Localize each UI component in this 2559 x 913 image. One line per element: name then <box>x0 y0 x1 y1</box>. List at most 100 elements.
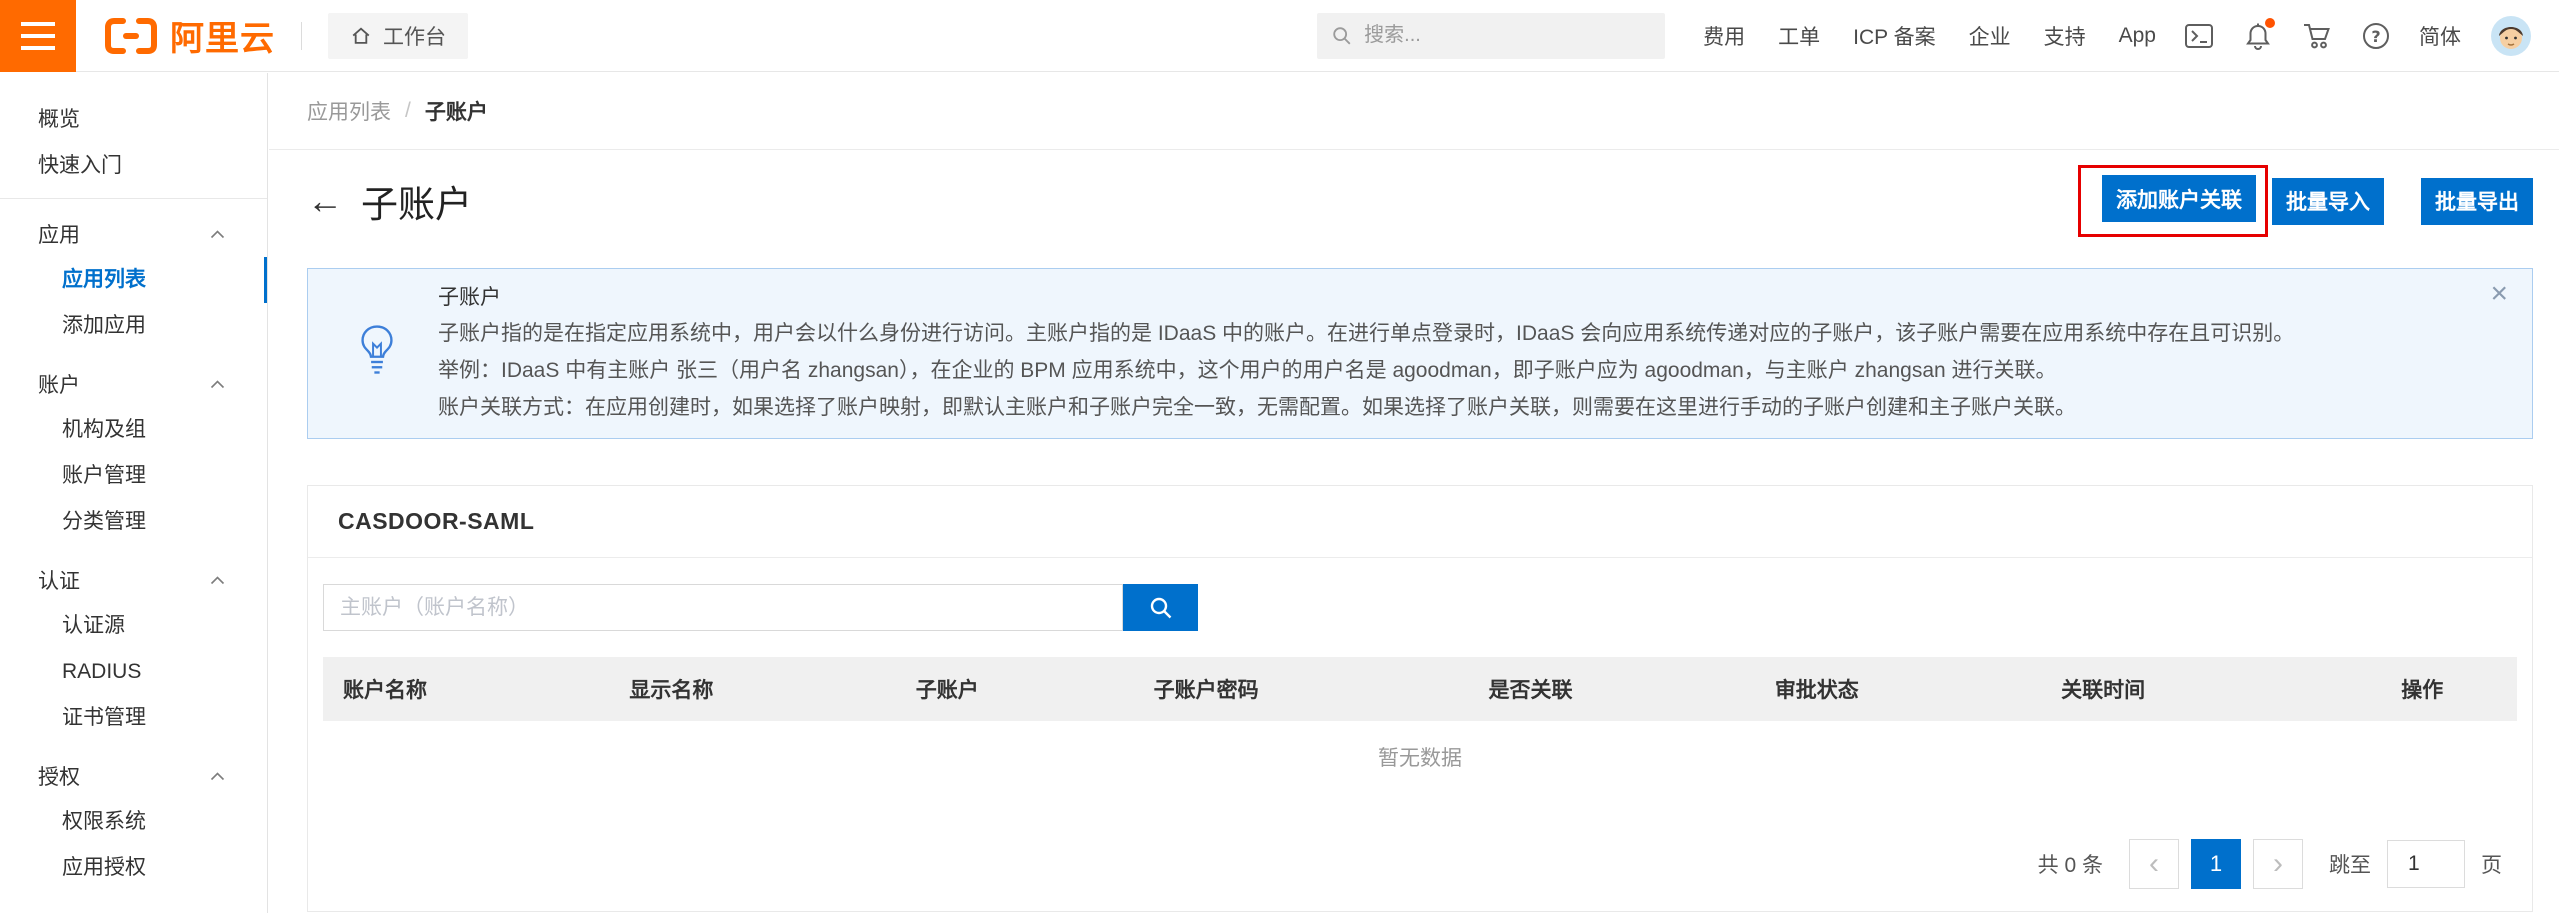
breadcrumb-separator: / <box>405 99 411 123</box>
hamburger-menu-button[interactable] <box>0 0 76 72</box>
pagination: 共 0 条 ‹ 1 › 跳至 页 <box>2038 839 2502 889</box>
column-header-is-associated: 是否关联 <box>1468 657 1754 721</box>
sidebar-item-add-app[interactable]: 添加应用 <box>0 303 267 349</box>
column-header-actions: 操作 <box>2328 657 2517 721</box>
batch-export-button[interactable]: 批量导出 <box>2421 178 2533 225</box>
lightbulb-icon <box>356 323 398 384</box>
sidebar-group-authorization[interactable]: 授权 <box>0 753 267 799</box>
batch-import-button[interactable]: 批量导入 <box>2272 178 2384 225</box>
account-search-row <box>323 584 2517 631</box>
jump-to-page-input[interactable] <box>2387 840 2465 888</box>
sidebar-group-application[interactable]: 应用 <box>0 211 267 257</box>
aliyun-logo-text: 阿里云 <box>170 11 275 60</box>
info-banner: 子账户 子账户指的是在指定应用系统中，用户会以什么身份进行访问。主账户指的是 I… <box>307 268 2533 439</box>
search-button[interactable] <box>1123 584 1198 631</box>
page-title: 子账户 <box>361 174 472 228</box>
back-arrow-button[interactable]: ← <box>307 183 343 219</box>
jump-to-label: 跳至 <box>2329 849 2371 879</box>
nav-item-support[interactable]: 支持 <box>2044 21 2086 51</box>
page-root: 阿里云 工作台 费用 工单 ICP 备案 企业 支持 App <box>0 0 2559 913</box>
header-icon-group: ? <box>2184 21 2391 51</box>
sidebar-item-auth-source[interactable]: 认证源 <box>0 603 267 649</box>
header-search-box <box>1317 13 1665 59</box>
help-icon[interactable]: ? <box>2361 21 2391 51</box>
column-header-sub-account: 子账户 <box>896 657 1134 721</box>
current-page-button[interactable]: 1 <box>2191 839 2241 889</box>
card-header: CASDOOR-SAML <box>308 486 2532 558</box>
nav-item-billing[interactable]: 费用 <box>1703 21 1745 51</box>
sidebar-divider <box>0 198 267 199</box>
user-avatar[interactable] <box>2491 16 2531 56</box>
aliyun-logo[interactable]: 阿里云 <box>104 11 275 60</box>
breadcrumb-current: 子账户 <box>425 96 488 126</box>
empty-state-row: 暂无数据 <box>323 721 2517 793</box>
sidebar-item-app-list[interactable]: 应用列表 <box>0 257 267 303</box>
main-content: 应用列表 / 子账户 ← 子账户 添加账户关联 批量导入 批量导出 <box>269 73 2559 913</box>
svg-text:?: ? <box>2371 27 2380 46</box>
primary-account-search-input[interactable] <box>323 584 1123 631</box>
toolbar: 添加账户关联 批量导入 批量导出 <box>2078 165 2533 237</box>
nav-item-icp[interactable]: ICP 备案 <box>1853 21 1935 51</box>
top-header: 阿里云 工作台 费用 工单 ICP 备案 企业 支持 App <box>0 0 2559 72</box>
column-header-association-time: 关联时间 <box>2041 657 2327 721</box>
sidebar-item-cert-mgmt[interactable]: 证书管理 <box>0 695 267 741</box>
chevron-up-icon <box>210 380 225 389</box>
shopping-cart-icon[interactable] <box>2302 21 2332 51</box>
application-name: CASDOOR-SAML <box>338 508 534 535</box>
sidebar-item-quickstart[interactable]: 快速入门 <box>0 143 267 189</box>
hamburger-icon <box>21 46 55 50</box>
nav-item-tickets[interactable]: 工单 <box>1778 21 1820 51</box>
sidebar-item-permission-system[interactable]: 权限系统 <box>0 799 267 845</box>
sidebar-group-label: 认证 <box>38 565 80 595</box>
next-page-button[interactable]: › <box>2253 839 2303 889</box>
chevron-up-icon <box>210 230 225 239</box>
sidebar-group-account[interactable]: 账户 <box>0 361 267 407</box>
sidebar-item-account-mgmt[interactable]: 账户管理 <box>0 453 267 499</box>
hamburger-icon <box>21 34 55 38</box>
add-account-association-button[interactable]: 添加账户关联 <box>2102 175 2256 222</box>
sidebar-item-overview[interactable]: 概览 <box>0 97 267 143</box>
sidebar-group-label: 应用 <box>38 219 80 249</box>
empty-state-text: 暂无数据 <box>323 721 2517 793</box>
nav-item-app[interactable]: App <box>2119 24 2156 48</box>
info-banner-line: 账户关联方式：在应用创建时，如果选择了账户映射，即默认主账户和子账户完全一致，无… <box>438 389 2462 426</box>
console-terminal-icon[interactable] <box>2184 21 2214 51</box>
aliyun-logo-mark-icon <box>104 17 158 55</box>
hamburger-icon <box>21 22 55 26</box>
sidebar-item-app-authorization[interactable]: 应用授权 <box>0 845 267 891</box>
workbench-label: 工作台 <box>383 21 446 51</box>
previous-page-button[interactable]: ‹ <box>2129 839 2179 889</box>
page-suffix-label: 页 <box>2481 849 2502 879</box>
nav-item-enterprise[interactable]: 企业 <box>1969 21 2011 51</box>
column-header-account-name: 账户名称 <box>323 657 609 721</box>
search-icon <box>1331 25 1353 47</box>
column-header-display-name: 显示名称 <box>609 657 895 721</box>
card-body: 账户名称 显示名称 子账户 子账户密码 是否关联 审批状态 关联时间 操作 暂无 <box>308 558 2532 793</box>
info-banner-line: 举例：IDaaS 中有主账户 张三（用户名 zhangsan），在企业的 BPM… <box>438 352 2462 389</box>
sub-accounts-table: 账户名称 显示名称 子账户 子账户密码 是否关联 审批状态 关联时间 操作 暂无 <box>323 657 2517 793</box>
pagination-total: 共 0 条 <box>2038 849 2103 879</box>
column-header-sub-account-password: 子账户密码 <box>1134 657 1469 721</box>
workbench-button[interactable]: 工作台 <box>328 13 468 59</box>
breadcrumb-parent[interactable]: 应用列表 <box>307 96 391 126</box>
sidebar-group-authentication[interactable]: 认证 <box>0 557 267 603</box>
chevron-up-icon <box>210 576 225 585</box>
notification-dot <box>2265 18 2275 28</box>
sidebar-item-category-mgmt[interactable]: 分类管理 <box>0 499 267 545</box>
notification-bell-icon[interactable] <box>2243 21 2273 51</box>
sidebar-item-org-groups[interactable]: 机构及组 <box>0 407 267 453</box>
home-icon <box>350 25 372 47</box>
sidebar-item-radius[interactable]: RADIUS <box>0 649 267 695</box>
close-icon[interactable]: × <box>2490 279 2508 309</box>
chevron-up-icon <box>210 772 225 781</box>
header-search-input[interactable] <box>1364 24 1651 47</box>
search-icon <box>1148 595 1174 621</box>
info-banner-line: 子账户指的是在指定应用系统中，用户会以什么身份进行访问。主账户指的是 IDaaS… <box>438 315 2462 352</box>
info-banner-title: 子账户 <box>438 281 2462 315</box>
breadcrumb: 应用列表 / 子账户 <box>269 73 2559 150</box>
table-header-row: 账户名称 显示名称 子账户 子账户密码 是否关联 审批状态 关联时间 操作 <box>323 657 2517 721</box>
header-nav: 费用 工单 ICP 备案 企业 支持 App <box>1703 21 2156 51</box>
language-selector[interactable]: 简体 <box>2419 21 2461 51</box>
column-header-approval-status: 审批状态 <box>1755 657 2041 721</box>
application-card: CASDOOR-SAML 账户名称 显示名称 子账户 子账户密码 <box>307 485 2533 912</box>
